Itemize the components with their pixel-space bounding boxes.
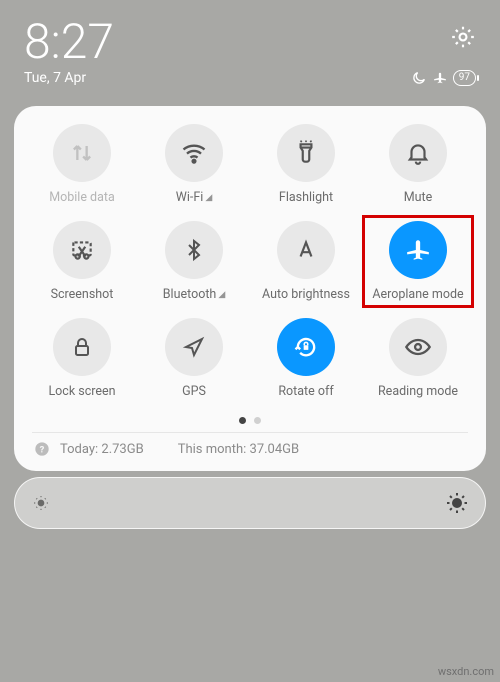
airplane-status-icon — [433, 71, 447, 85]
tile-label: Lock screen — [48, 384, 115, 399]
tile-label: Rotate off — [278, 384, 333, 399]
tile-label: Mobile data — [49, 190, 115, 205]
tile-bluetooth[interactable]: Bluetooth◢ — [140, 221, 248, 302]
page-dot-2 — [254, 417, 261, 424]
tile-label: Wi-Fi◢ — [176, 190, 212, 205]
tile-label: Mute — [404, 190, 433, 205]
flashlight-icon — [293, 140, 319, 166]
moon-icon — [411, 70, 427, 86]
usage-today: Today: 2.73GB — [60, 442, 144, 457]
battery-indicator: 97 — [453, 70, 476, 86]
page-indicator[interactable] — [28, 417, 472, 424]
tile-gps[interactable]: GPS — [140, 318, 248, 399]
bluetooth-icon — [182, 238, 206, 262]
scissors-icon — [69, 237, 95, 263]
tile-label: GPS — [182, 384, 206, 399]
location-icon — [182, 335, 206, 359]
eye-icon — [404, 333, 432, 361]
brightness-low-icon — [31, 493, 51, 513]
brightness-slider[interactable] — [14, 477, 486, 529]
page-dot-1 — [239, 417, 246, 424]
wifi-icon — [180, 139, 208, 167]
auto-brightness-icon — [293, 237, 319, 263]
watermark: wsxdn.com — [438, 665, 494, 678]
tile-screenshot[interactable]: Screenshot — [28, 221, 136, 302]
tile-auto-brightness[interactable]: Auto brightness — [252, 221, 360, 302]
tile-wifi[interactable]: Wi-Fi◢ — [140, 124, 248, 205]
clock: 8:27 — [24, 18, 114, 66]
tile-reading-mode[interactable]: Reading mode — [364, 318, 472, 399]
date-label: Tue, 7 Apr — [24, 70, 86, 86]
info-icon: ? — [34, 441, 50, 457]
tile-label: Reading mode — [378, 384, 458, 399]
brightness-high-icon — [445, 491, 469, 515]
tile-mute[interactable]: Mute — [364, 124, 472, 205]
status-icons: 97 — [411, 70, 476, 86]
status-bar-expanded: 8:27 Tue, 7 Apr 97 — [0, 0, 500, 98]
lock-icon — [70, 335, 94, 359]
tile-mobile-data[interactable]: Mobile data — [28, 124, 136, 205]
tile-label: Flashlight — [279, 190, 333, 205]
tile-label: Bluetooth◢ — [163, 287, 225, 302]
usage-month: This month: 37.04GB — [178, 442, 299, 457]
tile-flashlight[interactable]: Flashlight — [252, 124, 360, 205]
airplane-icon — [405, 237, 431, 263]
quick-settings-panel: Mobile data Wi-Fi◢ Flashlight Mute Scree… — [14, 106, 486, 471]
tile-lock-screen[interactable]: Lock screen — [28, 318, 136, 399]
quick-settings-grid: Mobile data Wi-Fi◢ Flashlight Mute Scree… — [28, 124, 472, 399]
tile-label: Auto brightness — [262, 287, 350, 302]
divider — [32, 432, 468, 433]
tile-aeroplane-mode[interactable]: Aeroplane mode — [364, 221, 472, 302]
rotate-lock-icon — [292, 333, 320, 361]
data-usage-row[interactable]: ? Today: 2.73GB This month: 37.04GB — [28, 441, 472, 461]
mobile-data-icon — [68, 139, 96, 167]
bell-icon — [405, 140, 431, 166]
tile-label: Screenshot — [51, 287, 114, 302]
tile-rotate-off[interactable]: Rotate off — [252, 318, 360, 399]
gear-icon — [450, 24, 476, 50]
settings-button[interactable] — [450, 24, 476, 50]
svg-text:?: ? — [40, 444, 45, 455]
tile-label: Aeroplane mode — [372, 287, 463, 302]
